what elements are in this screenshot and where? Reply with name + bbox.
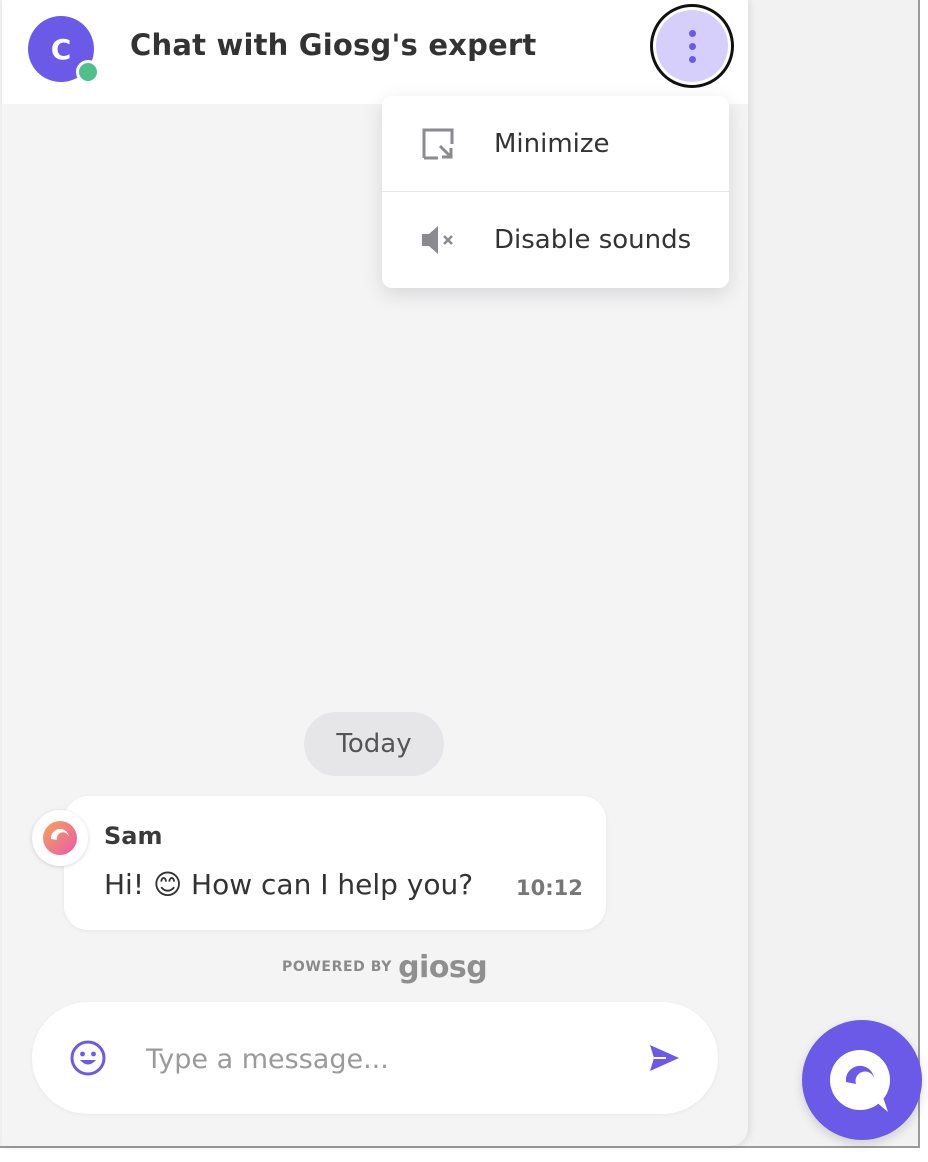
- sound-muted-icon: [422, 226, 453, 254]
- giosg-logo: giosg: [398, 949, 488, 985]
- minimize-icon: [422, 128, 454, 160]
- message-input[interactable]: [144, 1032, 618, 1086]
- message-time: 10:12: [516, 876, 583, 900]
- menu-item-minimize[interactable]: Minimize: [382, 96, 729, 192]
- chat-bubble-icon: [830, 1050, 890, 1112]
- chat-title: Chat with Giosg's expert: [130, 28, 537, 62]
- message-bubble: Sam Hi! 😊 How can I help you? 10:12: [64, 796, 606, 930]
- menu-item-label: Disable sounds: [494, 225, 692, 255]
- online-status-indicator: [76, 60, 100, 84]
- emoji-icon[interactable]: [68, 1038, 108, 1078]
- send-icon[interactable]: [646, 1040, 682, 1076]
- message-composer: [32, 1002, 718, 1114]
- menu-item-disable-sounds[interactable]: Disable sounds: [382, 192, 729, 288]
- chat-window: C Chat with Giosg's expert Minimize Disa…: [2, 0, 748, 1146]
- menu-button[interactable]: [650, 4, 734, 88]
- kebab-icon: [656, 10, 728, 82]
- powered-by-text: POWERED BY: [282, 959, 393, 975]
- menu-item-label: Minimize: [494, 129, 610, 159]
- sender-avatar: [32, 810, 88, 866]
- options-menu: Minimize Disable sounds: [382, 96, 729, 288]
- powered-by: POWERED BY giosg: [282, 949, 488, 985]
- message-sender: Sam: [104, 822, 163, 850]
- message-text: Hi! 😊 How can I help you?: [104, 868, 474, 901]
- date-separator: Today: [304, 712, 444, 776]
- chat-launcher-button[interactable]: [802, 1020, 922, 1140]
- giosg-avatar-icon: [43, 821, 77, 855]
- chat-header: C Chat with Giosg's expert: [2, 0, 748, 104]
